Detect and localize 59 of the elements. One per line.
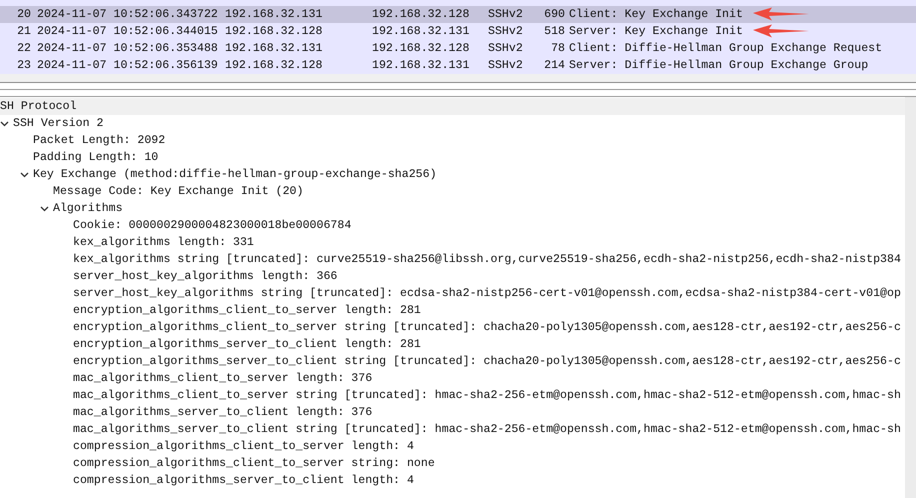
- tree-item[interactable]: mac_algorithms_client_to_server length: 376: [73, 370, 372, 388]
- packet-protocol: SSHv2: [488, 6, 524, 23]
- tree-item[interactable]: kex_algorithms string [truncated]: curve25519-sha256@libssh.org,curve25519-sha256,ecdh-sha2-nistp256,ecdh-sha2-nistp384: [73, 250, 901, 268]
- tree-item[interactable]: encryption_algorithms_client_to_server string [truncated]: chacha20-poly1305@openssh.com,aes128-ctr,aes192-ctr,aes256-c: [73, 318, 901, 336]
- packet-destination: 192.168.32.128: [372, 6, 470, 23]
- packet-number: 20: [16, 6, 31, 23]
- tree-item[interactable]: kex_algorithms length: 331: [73, 234, 254, 252]
- tree-item[interactable]: Cookie: 0000002900004823000018be00006784: [73, 216, 352, 234]
- tree-item[interactable]: compression_algorithms_client_to_server length: 4: [73, 438, 414, 456]
- packet-source: 192.168.32.128: [225, 24, 324, 40]
- packet-time: 2024-11-07 10:52:06.353488: [37, 40, 219, 57]
- chevron-down-icon[interactable]: [0, 119, 9, 128]
- tree-item[interactable]: encryption_algorithms_server_to_client length: 281: [73, 336, 421, 354]
- packet-protocol: SSHv2: [488, 24, 524, 40]
- tree-section-header[interactable]: SH Protocol: [0, 98, 905, 115]
- tree-item[interactable]: Padding Length: 10: [33, 148, 158, 166]
- tree-item[interactable]: encryption_algorithms_server_to_client string [truncated]: chacha20-poly1305@openssh.com,aes128-ctr,aes192-ctr,aes256-c: [73, 352, 901, 370]
- tree-item[interactable]: mac_algorithms_server_to_client length: 376: [73, 404, 372, 422]
- packet-length: 214: [543, 58, 565, 74]
- packet-destination: 192.168.32.131: [372, 58, 470, 74]
- packet-destination: 192.168.32.128: [372, 40, 470, 57]
- tree-item[interactable]: Packet Length: 2092: [33, 132, 166, 150]
- tree-item[interactable]: Key Exchange (method:diffie-hellman-group-exchange-sha256): [33, 166, 437, 184]
- packet-row[interactable]: 21 2024-11-07 10:52:06.344015 192.168.32.128 192.168.32.131 SSHv2 518 Server: Key Exchange Init: [0, 23, 916, 40]
- packet-row[interactable]: 22 2024-11-07 10:52:06.353488 192.168.32.131 192.168.32.128 SSHv2 78 Client: Diffie-Hellman Group Exchange Request: [0, 40, 916, 57]
- packet-info: Client: Key Exchange Init: [569, 6, 743, 23]
- packet-source: 192.168.32.131: [225, 6, 324, 23]
- packet-source: 192.168.32.131: [225, 40, 324, 57]
- packet-length: 78: [550, 40, 565, 57]
- packet-length: 518: [543, 24, 565, 40]
- tree-item[interactable]: mac_algorithms_server_to_client string [truncated]: hmac-sha2-256-etm@openssh.com,hmac-sha2-512-etm@openssh.com,hmac-sh: [73, 420, 901, 438]
- tree-item[interactable]: server_host_key_algorithms string [truncated]: ecdsa-sha2-nistp256-cert-v01@openssh.com,ecdsa-sha2-nistp384-cert-v01@op: [73, 284, 901, 302]
- packet-number: 23: [16, 58, 31, 74]
- scrollbar[interactable]: [905, 97, 916, 498]
- packet-number: 21: [16, 24, 31, 40]
- packet-row[interactable]: 20 2024-11-07 10:52:06.343722 192.168.32.131 192.168.32.128 SSHv2 690 Client: Key Exchange Init: [0, 6, 916, 23]
- packet-info: Client: Diffie-Hellman Group Exchange Request: [569, 40, 882, 57]
- packet-time: 2024-11-07 10:52:06.343722: [37, 6, 219, 23]
- packet-time: 2024-11-07 10:52:06.356139: [37, 58, 219, 74]
- tree-item[interactable]: encryption_algorithms_client_to_server length: 281: [73, 302, 421, 320]
- tree-item[interactable]: compression_algorithms_client_to_server string: none: [73, 454, 435, 472]
- tree-item[interactable]: SSH Version 2: [13, 114, 104, 132]
- packet-protocol: SSHv2: [488, 58, 524, 74]
- tree-item[interactable]: mac_algorithms_client_to_server string [truncated]: hmac-sha2-256-etm@openssh.com,hmac-sha2-512-etm@openssh.com,hmac-sh: [73, 386, 901, 404]
- packet-time: 2024-11-07 10:52:06.344015: [37, 24, 219, 40]
- packet-row[interactable]: 23 2024-11-07 10:52:06.356139 192.168.32.128 192.168.32.131 SSHv2 214 Server: Diffie-Hellman Group Exchange Group: [0, 57, 916, 74]
- packet-destination: 192.168.32.131: [372, 24, 470, 40]
- packet-info: Server: Diffie-Hellman Group Exchange Group: [569, 58, 868, 74]
- tree-item[interactable]: Message Code: Key Exchange Init (20): [53, 182, 304, 200]
- tree-item[interactable]: Algorithms: [53, 200, 123, 218]
- chevron-down-icon[interactable]: [20, 170, 29, 179]
- tree-item[interactable]: server_host_key_algorithms length: 366: [73, 268, 338, 286]
- chevron-down-icon[interactable]: [40, 204, 49, 213]
- packet-number: 22: [16, 40, 31, 57]
- packet-protocol: SSHv2: [488, 40, 524, 57]
- packet-info: Server: Key Exchange Init: [569, 24, 743, 40]
- tree-item[interactable]: compression_algorithms_server_to_client length: 4: [73, 472, 414, 490]
- packet-length: 690: [543, 6, 565, 23]
- packet-source: 192.168.32.128: [225, 58, 324, 74]
